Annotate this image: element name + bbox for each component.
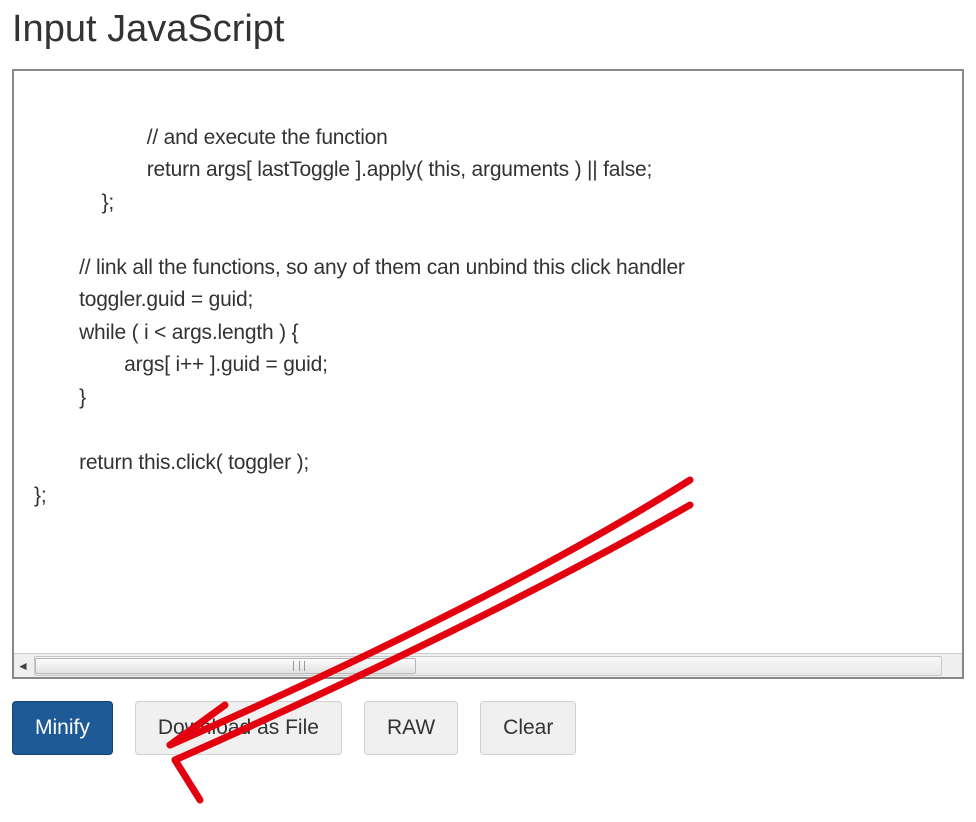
code-textarea-content[interactable]: // and execute the function return args[… bbox=[14, 71, 962, 522]
scroll-track[interactable] bbox=[34, 656, 942, 676]
scroll-right-arrow-icon[interactable] bbox=[944, 655, 962, 677]
scroll-grip-icon bbox=[293, 661, 305, 671]
raw-button[interactable]: RAW bbox=[364, 701, 458, 755]
minify-button[interactable]: Minify bbox=[12, 701, 113, 755]
code-input-box[interactable]: // and execute the function return args[… bbox=[12, 69, 964, 679]
scroll-left-arrow-icon[interactable]: ◄ bbox=[14, 655, 32, 677]
horizontal-scrollbar[interactable]: ◄ bbox=[14, 653, 962, 677]
page-title: Input JavaScript bbox=[12, 8, 964, 51]
scroll-thumb[interactable] bbox=[35, 658, 416, 674]
button-row: Minify Download as File RAW Clear bbox=[12, 701, 964, 755]
clear-button[interactable]: Clear bbox=[480, 701, 576, 755]
download-as-file-button[interactable]: Download as File bbox=[135, 701, 342, 755]
